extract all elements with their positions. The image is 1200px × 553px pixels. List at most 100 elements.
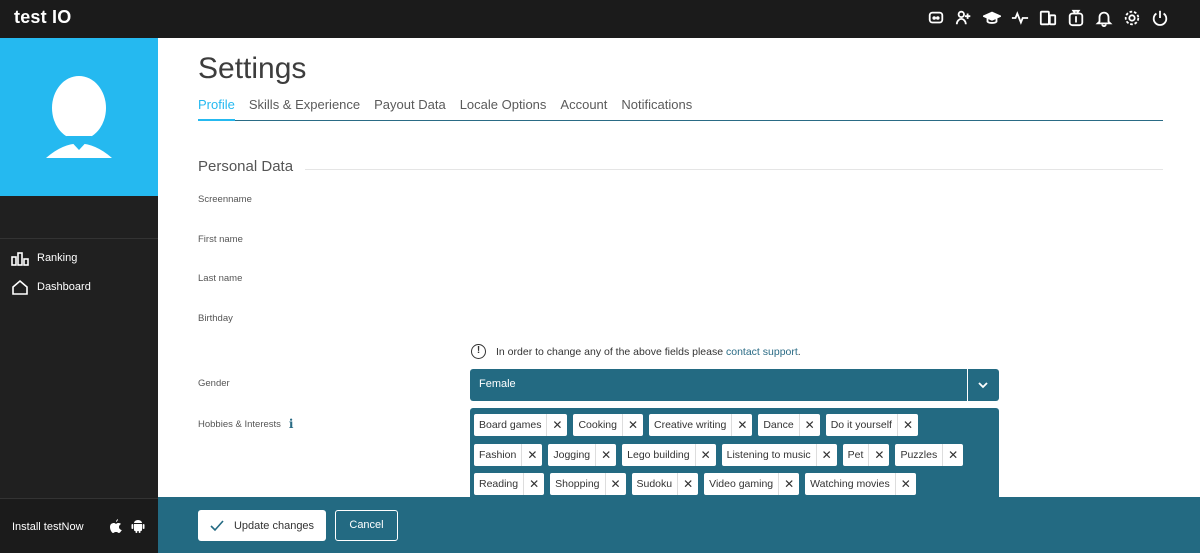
tag-jogging: Jogging ✕ xyxy=(548,444,617,466)
tag-label: Lego building xyxy=(622,444,696,466)
tag-puzzles: Puzzles ✕ xyxy=(895,444,964,466)
tab-account[interactable]: Account xyxy=(560,97,607,121)
section-divider xyxy=(305,169,1163,170)
remove-tag-icon[interactable]: ✕ xyxy=(779,473,799,495)
cancel-button[interactable]: Cancel xyxy=(335,510,398,541)
tag-board-games: Board games ✕ xyxy=(474,414,568,436)
tag-row: Board games ✕ Cooking ✕ Creative writing ✕ … xyxy=(474,414,918,436)
tab-payout-data[interactable]: Payout Data xyxy=(374,97,446,121)
gender-value: Female xyxy=(479,378,516,390)
form-footer: Update changes Cancel xyxy=(158,497,1200,553)
settings-tabs: Profile Skills & Experience Payout Data … xyxy=(198,97,1163,121)
tag-label: Do it yourself xyxy=(826,414,898,436)
tag-video-gaming: Video gaming ✕ xyxy=(704,473,800,495)
remove-tag-icon[interactable]: ✕ xyxy=(596,444,616,466)
first-name-label: First name xyxy=(198,234,243,245)
remove-tag-icon[interactable]: ✕ xyxy=(696,444,716,466)
power-icon[interactable] xyxy=(1150,8,1170,28)
tag-label: Pet xyxy=(843,444,870,466)
sidebar-item-label: Ranking xyxy=(37,252,78,264)
remove-tag-icon[interactable]: ✕ xyxy=(732,414,752,436)
activity-icon[interactable] xyxy=(1010,8,1030,28)
install-label: Install testNow xyxy=(12,521,84,533)
tag-listening-to-music: Listening to music ✕ xyxy=(721,444,837,466)
remove-tag-icon[interactable]: ✕ xyxy=(800,414,820,436)
tag-label: Video gaming xyxy=(704,473,780,495)
notice-suffix: . xyxy=(797,345,801,358)
screenname-label: Screenname xyxy=(198,194,252,205)
remove-tag-icon[interactable]: ✕ xyxy=(943,444,963,466)
contact-support-link[interactable]: contact support xyxy=(726,346,798,358)
tag-label: Sudoku xyxy=(632,473,679,495)
gear-icon[interactable] xyxy=(1122,8,1142,28)
sidebar-item-ranking[interactable]: Ranking xyxy=(11,250,77,266)
tag-shopping: Shopping ✕ xyxy=(550,473,626,495)
tag-row: Reading ✕ Shopping ✕ Sudoku ✕ Video gaming ✕… xyxy=(474,473,916,495)
remove-tag-icon[interactable]: ✕ xyxy=(817,444,837,466)
tag-label: Fashion xyxy=(474,444,523,466)
tag-label: Cooking xyxy=(573,414,623,436)
tab-notifications[interactable]: Notifications xyxy=(621,97,692,121)
remove-tag-icon[interactable]: ✕ xyxy=(524,473,544,495)
android-icon[interactable] xyxy=(130,518,146,534)
update-changes-button[interactable]: Update changes xyxy=(198,510,326,541)
discord-icon[interactable] xyxy=(926,8,946,28)
tag-reading: Reading ✕ xyxy=(474,473,545,495)
gender-select[interactable]: Female xyxy=(470,369,999,401)
avatar-placeholder-icon xyxy=(46,76,112,158)
sidebar-item-label: Dashboard xyxy=(37,281,91,293)
payout-icon[interactable] xyxy=(1066,8,1086,28)
hobbies-tag-input[interactable]: Board games ✕ Cooking ✕ Creative writing ✕ … xyxy=(470,408,999,497)
tag-label: Reading xyxy=(474,473,525,495)
update-changes-label: Update changes xyxy=(233,519,315,532)
warning-icon: ! xyxy=(471,344,486,359)
tab-skills-experience[interactable]: Skills & Experience xyxy=(249,97,360,121)
tag-pet: Pet ✕ xyxy=(842,444,890,466)
section-title-personal-data: Personal Data xyxy=(198,158,294,175)
checkmark-icon xyxy=(210,519,224,531)
top-icon-bar xyxy=(926,8,1170,28)
tab-locale-options[interactable]: Locale Options xyxy=(460,97,547,121)
hobbies-label-row: Hobbies & Interests i xyxy=(198,417,293,431)
remove-tag-icon[interactable]: ✕ xyxy=(678,473,698,495)
sidebar-divider xyxy=(0,238,158,239)
gender-label: Gender xyxy=(198,378,230,389)
remove-tag-icon[interactable]: ✕ xyxy=(623,414,643,436)
remove-tag-icon[interactable]: ✕ xyxy=(522,444,542,466)
tag-fashion: Fashion ✕ xyxy=(474,444,543,466)
tag-label: Listening to music xyxy=(722,444,817,466)
tag-cooking: Cooking ✕ xyxy=(573,414,643,436)
tag-label: Puzzles xyxy=(895,444,944,466)
tag-row: Fashion ✕ Jogging ✕ Lego building ✕ Listeni… xyxy=(474,444,964,466)
page-title: Settings xyxy=(198,52,307,85)
tag-creative-writing: Creative writing ✕ xyxy=(648,414,753,436)
tag-sudoku: Sudoku ✕ xyxy=(631,473,699,495)
install-testnow: Install testNow xyxy=(0,498,158,553)
chevron-down-icon[interactable] xyxy=(976,378,990,392)
notice-text: In order to change any of the above fiel… xyxy=(496,345,724,358)
ranking-icon xyxy=(11,252,29,266)
add-user-icon[interactable] xyxy=(954,8,974,28)
sidebar: Ranking Dashboard Install testNow xyxy=(0,38,158,553)
tag-dance: Dance ✕ xyxy=(758,414,820,436)
remove-tag-icon[interactable]: ✕ xyxy=(547,414,567,436)
tab-profile[interactable]: Profile xyxy=(198,97,235,121)
academy-icon[interactable] xyxy=(982,8,1002,28)
tag-label: Jogging xyxy=(548,444,597,466)
info-icon[interactable]: i xyxy=(289,417,294,431)
tag-label: Watching movies xyxy=(805,473,896,495)
remove-tag-icon[interactable]: ✕ xyxy=(606,473,626,495)
remove-tag-icon[interactable]: ✕ xyxy=(869,444,889,466)
bell-icon[interactable] xyxy=(1094,8,1114,28)
avatar[interactable] xyxy=(0,38,158,196)
app-logo[interactable]: test IO xyxy=(14,7,71,28)
tag-watching-movies: Watching movies ✕ xyxy=(805,473,916,495)
remove-tag-icon[interactable]: ✕ xyxy=(896,473,916,495)
apple-icon[interactable] xyxy=(108,518,124,534)
top-bar: test IO xyxy=(0,0,1200,38)
devices-icon[interactable] xyxy=(1038,8,1058,28)
sidebar-item-dashboard[interactable]: Dashboard xyxy=(11,279,91,295)
remove-tag-icon[interactable]: ✕ xyxy=(898,414,918,436)
tag-label: Board games xyxy=(474,414,548,436)
tag-label: Creative writing xyxy=(649,414,733,436)
